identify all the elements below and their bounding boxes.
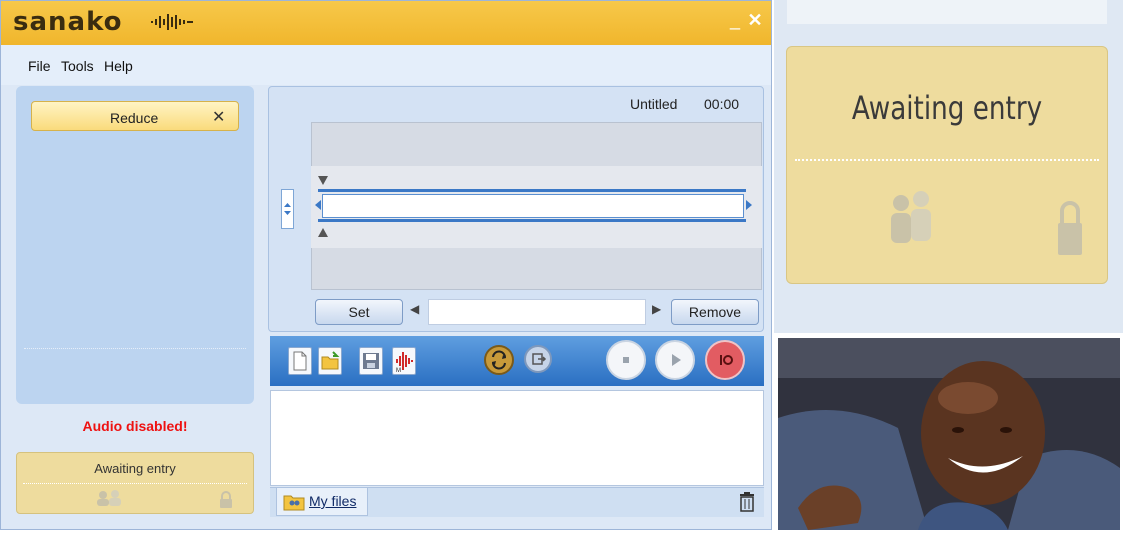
recording-title: Untitled (630, 96, 678, 112)
divider (24, 348, 246, 349)
track-timeline[interactable] (322, 194, 744, 218)
start-marker-icon[interactable] (318, 176, 328, 185)
exit-icon[interactable] (524, 345, 552, 373)
close-button[interactable]: ✕ (746, 11, 764, 31)
stop-icon[interactable] (606, 340, 646, 380)
lock-icon (220, 491, 232, 508)
track-right-arrow-icon (746, 200, 752, 210)
logo-wave-icon (151, 14, 193, 30)
audio-status-text: Audio disabled! (82, 418, 188, 434)
left-panel (16, 86, 254, 404)
track-line (318, 189, 746, 192)
set-button[interactable]: Set (315, 299, 403, 325)
users-icon (891, 191, 931, 243)
next-mark-icon[interactable]: ▶ (652, 302, 661, 316)
play-icon[interactable] (655, 340, 695, 380)
minimize-button[interactable]: _ (727, 11, 743, 31)
awaiting-entry-label: Awaiting entry (851, 89, 1043, 127)
awaiting-entry-label: Awaiting entry (94, 461, 176, 476)
awaiting-entry-zoomed: Awaiting entry (786, 46, 1108, 284)
open-folder-icon[interactable] (318, 347, 342, 375)
reduce-button[interactable]: Reduce ✕ (31, 101, 239, 131)
recording-time: 00:00 (704, 96, 740, 112)
my-files-label[interactable]: My files (309, 493, 356, 509)
track-left-arrow-icon (315, 200, 321, 210)
users-icon (97, 490, 121, 506)
title-bar: sanako _ ✕ (1, 1, 771, 45)
track-scroll-handle[interactable] (281, 189, 294, 229)
record-icon[interactable] (705, 340, 745, 380)
previous-mark-icon[interactable]: ◀ (410, 302, 419, 316)
menu-tools[interactable]: Tools (61, 58, 94, 74)
menu-file[interactable]: File (28, 58, 51, 74)
menu-help[interactable]: Help (104, 58, 133, 74)
svg-text:M: M (396, 368, 401, 374)
sanako-logo: sanako (13, 7, 123, 37)
new-file-icon[interactable] (288, 347, 312, 375)
folder-users-icon (283, 495, 305, 511)
save-icon[interactable] (359, 347, 383, 375)
divider (23, 483, 247, 484)
awaiting-entry-box: Awaiting entry (16, 452, 254, 514)
bookmark-field[interactable] (428, 299, 646, 325)
files-list[interactable] (270, 390, 764, 486)
reduce-label: Reduce (110, 110, 159, 126)
divider (795, 159, 1099, 161)
photo (778, 338, 1120, 530)
trash-icon[interactable] (739, 492, 755, 512)
person-photo (778, 338, 1120, 530)
media-wave-icon[interactable]: M (392, 347, 416, 375)
track-line (318, 219, 746, 222)
my-files-tab[interactable]: My files (276, 488, 368, 516)
remove-button[interactable]: Remove (671, 299, 759, 325)
loop-icon[interactable] (484, 345, 514, 375)
lock-icon (1058, 201, 1082, 255)
end-marker-icon[interactable] (318, 228, 328, 237)
reduce-close-icon[interactable]: ✕ (212, 107, 225, 127)
zoomed-panel-strip (787, 0, 1107, 24)
